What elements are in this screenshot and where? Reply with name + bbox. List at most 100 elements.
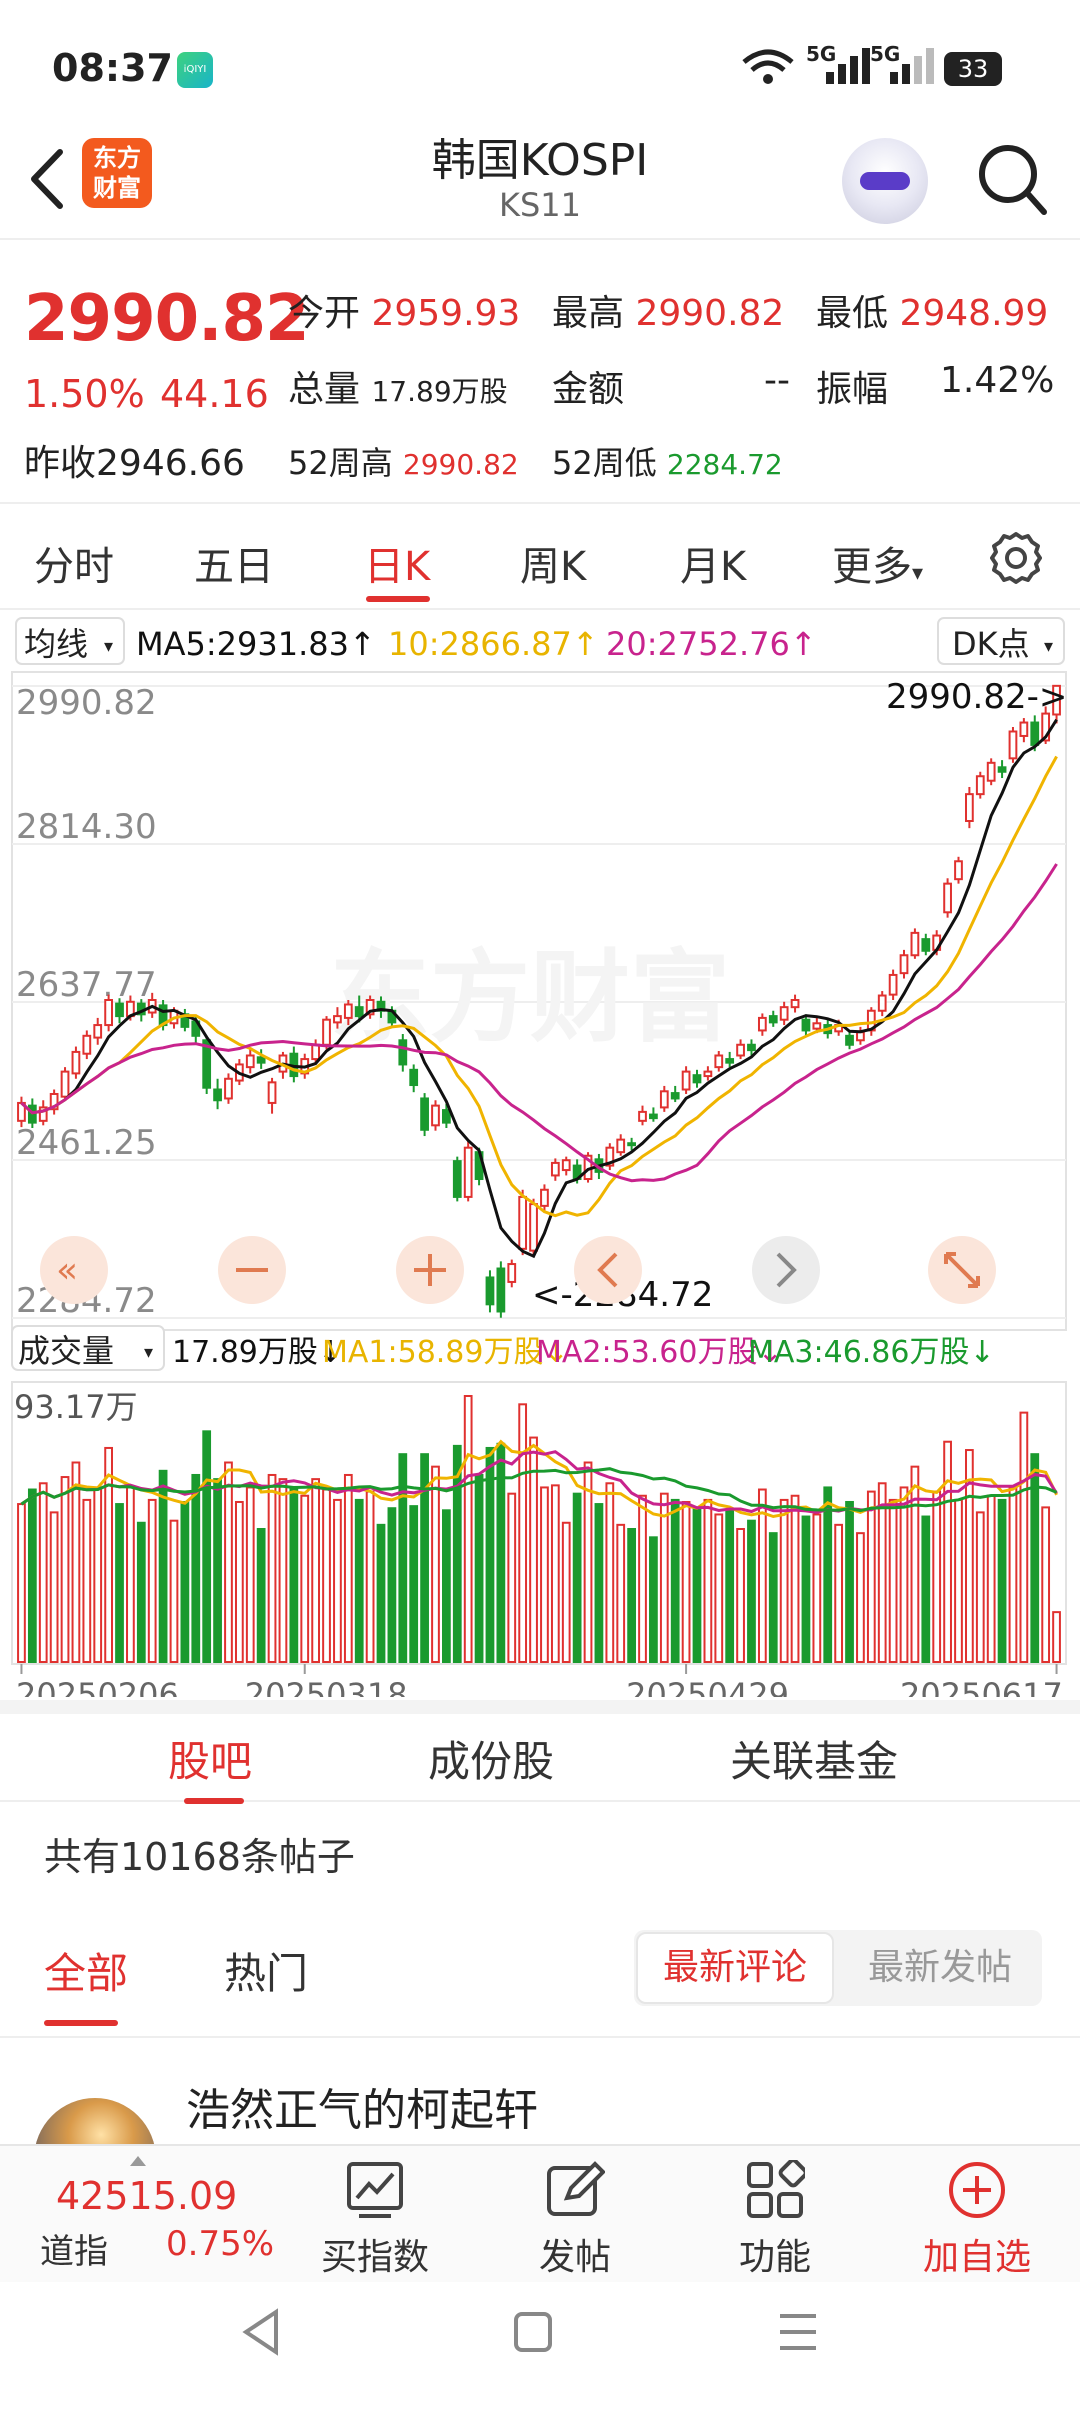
volume-bar [49,1511,59,1663]
zoom-out-button[interactable] [218,1236,286,1304]
indicator-select[interactable]: 均线 [24,625,88,663]
tab-monthly-k[interactable]: 月K [680,534,746,592]
volume-bar [649,1536,658,1663]
step-right-button[interactable] [752,1236,820,1304]
candle-body [649,1113,658,1120]
candle-body [518,1195,528,1250]
tab-5day[interactable]: 五日 [194,534,274,592]
search-icon[interactable] [976,140,1050,220]
functions-button[interactable]: 功能 [700,2146,850,2284]
volume-bar [692,1507,702,1663]
volume-bar [82,1498,92,1663]
volume-bar [365,1490,375,1663]
nav-menu-icon[interactable] [780,2314,816,2350]
candle-body [529,1203,538,1252]
filter-underline [44,2020,118,2026]
candle-body [333,1015,342,1024]
volume-bar [954,1498,963,1663]
volume-indicator-select[interactable]: 成交量 [18,1332,114,1370]
kline-chart-area[interactable]: 均线 ▾ MA5:2931.83↑ 10:2866.87↑ 20:2752.76… [0,612,1080,1697]
add-watchlist-button[interactable]: 加自选 [902,2146,1052,2284]
tab-intraday[interactable]: 分时 [34,534,114,592]
tab-daily-k[interactable]: 日K [364,534,430,592]
volume-bar [322,1488,331,1663]
candle-body [877,994,887,1012]
vol-ma3-legend: MA3:46.86万股↓ [748,1335,995,1370]
posts-section: 共有10168条帖子 全部 热门 最新评论 最新发帖 浩然正气的柯起轩 [0,1802,1080,2220]
volume-bar [38,1482,48,1663]
system-nav-bar [0,2282,1080,2412]
gear-icon[interactable] [990,528,1042,588]
tab-weekly-k[interactable]: 周K [520,534,586,592]
clock: 08:37 [52,46,173,90]
volume-bar [866,1490,876,1663]
volume-bar [572,1492,582,1663]
cell-signal-2-icon: 5G [870,42,940,86]
volume-field: 总量 17.89万股 [288,369,508,410]
nav-back-icon[interactable] [242,2308,278,2356]
volume-bar [300,1494,310,1663]
filter-all[interactable]: 全部 [44,1940,128,2001]
sort-latest-post[interactable]: 最新发帖 [840,1932,1040,2004]
volume-bar [768,1532,778,1663]
volume-bar [747,1519,756,1663]
candle-body [1008,730,1018,760]
volume-bar [681,1500,691,1663]
volume-bar [921,1515,931,1663]
scroll-left-button[interactable]: « [40,1236,108,1304]
vol-ma2-line [20,1450,1058,1514]
chevron-down-icon: ▾ [144,1342,153,1363]
tab-constituents[interactable]: 成份股 [428,1728,554,1789]
date-tick-label: 20250318 [245,1676,408,1697]
volume-bar [202,1430,212,1663]
chart-trend-icon [347,2162,403,2218]
volume-bar [136,1521,146,1663]
tab-guba[interactable]: 股吧 [168,1728,252,1789]
volume-bar [213,1478,222,1663]
tab-more[interactable]: 更多▾ [832,534,923,592]
volume-bar [790,1494,800,1663]
prev-close: 昨收2946.66 [24,443,245,484]
volume-bar [245,1486,255,1663]
volume-bar [518,1403,528,1663]
nav-home-icon[interactable] [514,2312,552,2352]
candle-body [921,938,931,952]
divider [0,2036,1080,2038]
ma5-legend: MA5:2931.83↑ [136,625,376,663]
candle-body [431,1104,440,1127]
step-left-button[interactable] [574,1236,642,1304]
vol-ma2-legend: MA2:53.60万股↓ [536,1335,783,1370]
ai-assistant-robot-icon[interactable] [842,138,928,224]
candle-body [997,766,1007,773]
volume-bar [387,1507,397,1663]
volume-bar [594,1503,604,1663]
volume-bar [289,1486,299,1663]
candle-body [224,1077,233,1100]
volume-bar [17,1503,26,1663]
low-field: 最低 2948.99 [816,293,1049,334]
week52-low-field: 52周低 2284.72 [552,444,783,482]
cell-signal-1-icon: 5G [806,42,876,86]
zoom-in-button[interactable] [396,1236,464,1304]
buy-index-button[interactable]: 买指数 [300,2146,450,2284]
chevron-down-icon: ▾ [104,636,113,657]
dk-select[interactable]: DK点 [952,625,1030,663]
candle-body [311,1043,321,1061]
filter-hot[interactable]: 热门 [224,1940,308,2001]
volume-bar [910,1465,920,1663]
date-tick-label: 20250617 [900,1676,1063,1697]
kline-chart[interactable]: 均线 ▾ MA5:2931.83↑ 10:2866.87↑ 20:2752.76… [0,612,1080,1697]
volume-bar [267,1473,277,1663]
sort-latest-comment[interactable]: 最新评论 [636,1932,834,2004]
post-username[interactable]: 浩然正气的柯起轩 [186,2074,538,2138]
volume-bar [60,1476,70,1663]
open-field: 今开 2959.93 [288,293,521,334]
candle-body [692,1074,702,1084]
volume-bar [975,1511,985,1663]
fullscreen-button[interactable] [928,1236,996,1304]
volume-bar [801,1515,811,1663]
candle-body [779,1006,789,1021]
date-tick-label: 20250429 [626,1676,789,1697]
post-button[interactable]: 发帖 [500,2146,650,2284]
tab-related-funds[interactable]: 关联基金 [730,1728,898,1789]
